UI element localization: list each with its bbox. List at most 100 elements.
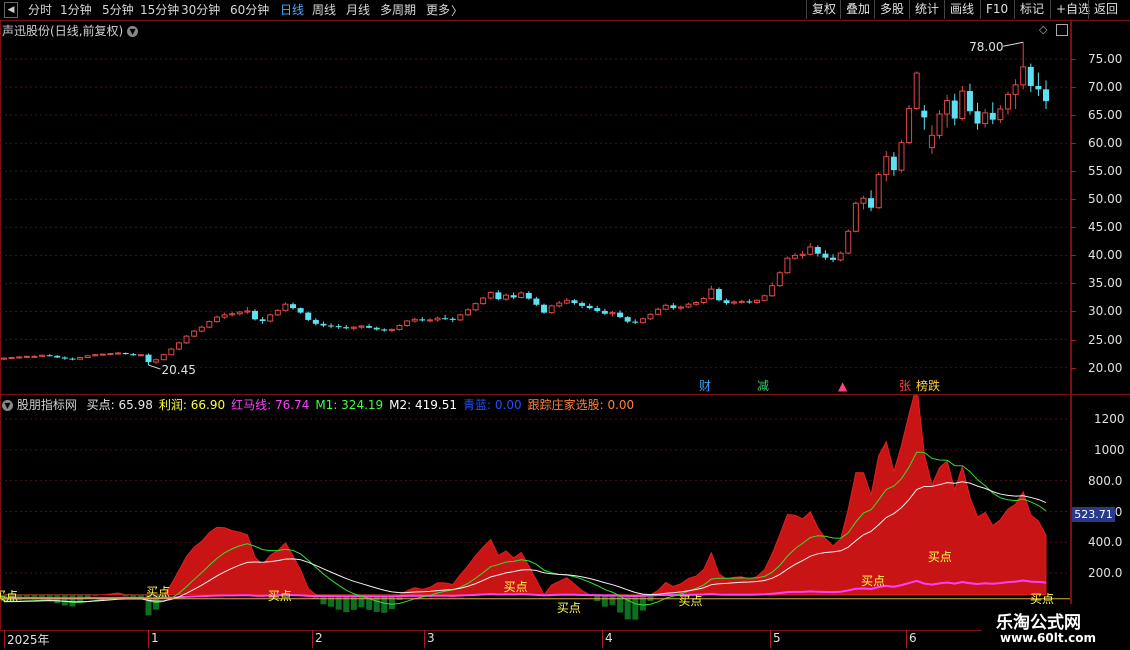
candlestick-chart[interactable]: 78.00 20.45 <box>0 21 1070 393</box>
candle <box>502 293 509 301</box>
candle-body <box>251 310 258 320</box>
candle <box>84 355 91 359</box>
candle <box>39 354 46 357</box>
candle <box>525 291 532 300</box>
period-tab-7[interactable]: 周线 <box>312 2 336 18</box>
period-tab-0[interactable]: 分时 <box>28 2 52 18</box>
candle-body <box>1020 66 1027 86</box>
indicator-tick-label: 200.0 <box>1088 566 1123 581</box>
candle-body <box>350 326 357 329</box>
candle-body <box>883 156 890 176</box>
period-tab-4[interactable]: 30分钟 <box>181 2 220 18</box>
candle <box>799 250 806 259</box>
candle-body <box>236 311 243 315</box>
candle-body <box>198 326 205 332</box>
candle <box>137 354 144 357</box>
price-tick-label: 65.00 <box>1088 108 1123 123</box>
candle-body <box>807 246 814 255</box>
period-tab-9[interactable]: 多周期 <box>380 2 416 18</box>
candle <box>541 303 548 314</box>
candle <box>290 302 297 310</box>
price-tick-label: 70.00 <box>1088 80 1123 95</box>
candle <box>1012 79 1019 109</box>
candle-body <box>525 292 532 299</box>
candle-body <box>989 112 996 120</box>
candle-body <box>974 111 981 124</box>
candle-body <box>244 310 251 313</box>
candle-body <box>609 312 616 315</box>
candle-body <box>845 230 852 254</box>
period-tab-8[interactable]: 月线 <box>346 2 370 18</box>
candle-body <box>343 327 350 329</box>
period-tab-5[interactable]: 60分钟 <box>230 2 269 18</box>
time-tick-mark <box>770 630 771 648</box>
price-tick-label: 20.00 <box>1088 360 1123 375</box>
chevron-right-icon[interactable]: 〉 <box>451 2 463 19</box>
candle-body <box>69 358 76 360</box>
candle <box>685 302 692 309</box>
toolbar-button-1[interactable]: 叠加 <box>840 0 875 19</box>
watermark-title: 乐淘公式网 <box>996 613 1081 633</box>
high-price-label: 78.00 <box>969 40 1003 54</box>
candle-body <box>46 355 53 357</box>
price-tick-label: 40.00 <box>1088 248 1123 263</box>
candle-body <box>913 72 920 109</box>
period-tab-2[interactable]: 5分钟 <box>102 2 134 18</box>
candle <box>951 93 958 126</box>
period-tab-3[interactable]: 15分钟 <box>140 2 179 18</box>
candle-body <box>99 353 106 356</box>
candle <box>875 172 882 209</box>
toolbar-button-4[interactable]: 画线 <box>944 0 979 19</box>
indicator-tick-label: 400.0 <box>1088 535 1123 550</box>
candle <box>769 282 776 297</box>
back-arrow-icon[interactable]: ◀ <box>4 2 18 18</box>
toolbar-button-5[interactable]: F10 <box>980 0 1013 19</box>
candle-body <box>335 326 342 328</box>
candle-body <box>594 308 601 311</box>
time-tick-mark <box>906 630 907 648</box>
time-axis: 2025年 1 2 3 4 5 6 <box>0 630 1070 650</box>
candle <box>495 290 502 301</box>
price-tick-label: 30.00 <box>1088 304 1123 319</box>
candle <box>700 296 707 305</box>
price-tick-label: 25.00 <box>1088 332 1123 347</box>
candle-body <box>700 298 707 304</box>
indicator-chart[interactable]: 买点 买点 买点买点买点 买点买点买点买点 <box>0 395 1070 629</box>
candle <box>868 190 875 212</box>
candle <box>244 307 251 314</box>
toolbar-button-0[interactable]: 复权 <box>806 0 841 19</box>
price-tick-mark <box>1071 143 1076 145</box>
toolbar-button-3[interactable]: 统计 <box>909 0 944 19</box>
candle <box>23 355 30 359</box>
candle <box>982 108 989 128</box>
candle <box>807 243 814 256</box>
buy-signal-label: 买点 <box>557 601 581 615</box>
candle-body <box>267 314 274 322</box>
candle-body <box>229 313 236 316</box>
price-tick-label: 60.00 <box>1088 136 1123 151</box>
candle-body <box>601 310 608 314</box>
candle <box>366 323 373 329</box>
toolbar-button-6[interactable]: 标记 <box>1014 0 1049 19</box>
candle-body <box>731 301 738 304</box>
candle <box>312 318 319 326</box>
toolbar-button-8[interactable]: 返回 <box>1088 0 1123 19</box>
period-tab-1[interactable]: 1分钟 <box>60 2 92 18</box>
candle <box>548 304 555 314</box>
candle-body <box>160 354 167 361</box>
candle <box>845 229 852 255</box>
candle <box>662 303 669 311</box>
candle-body <box>951 100 958 119</box>
period-tab-6[interactable]: 日线 <box>280 2 304 18</box>
price-tick-mark <box>1071 171 1076 173</box>
candle <box>297 307 304 314</box>
period-tab-10[interactable]: 更多 <box>426 2 450 18</box>
candle <box>198 325 205 333</box>
buy-signal-label: 买点 <box>861 574 885 588</box>
candle <box>921 105 928 130</box>
watermark-url: www.60lt.com <box>1000 631 1097 645</box>
candle-body <box>822 253 829 258</box>
toolbar-button-2[interactable]: 多股 <box>874 0 909 19</box>
indicator-tick-label: 1200 <box>1094 412 1125 426</box>
candle-body <box>738 300 745 303</box>
